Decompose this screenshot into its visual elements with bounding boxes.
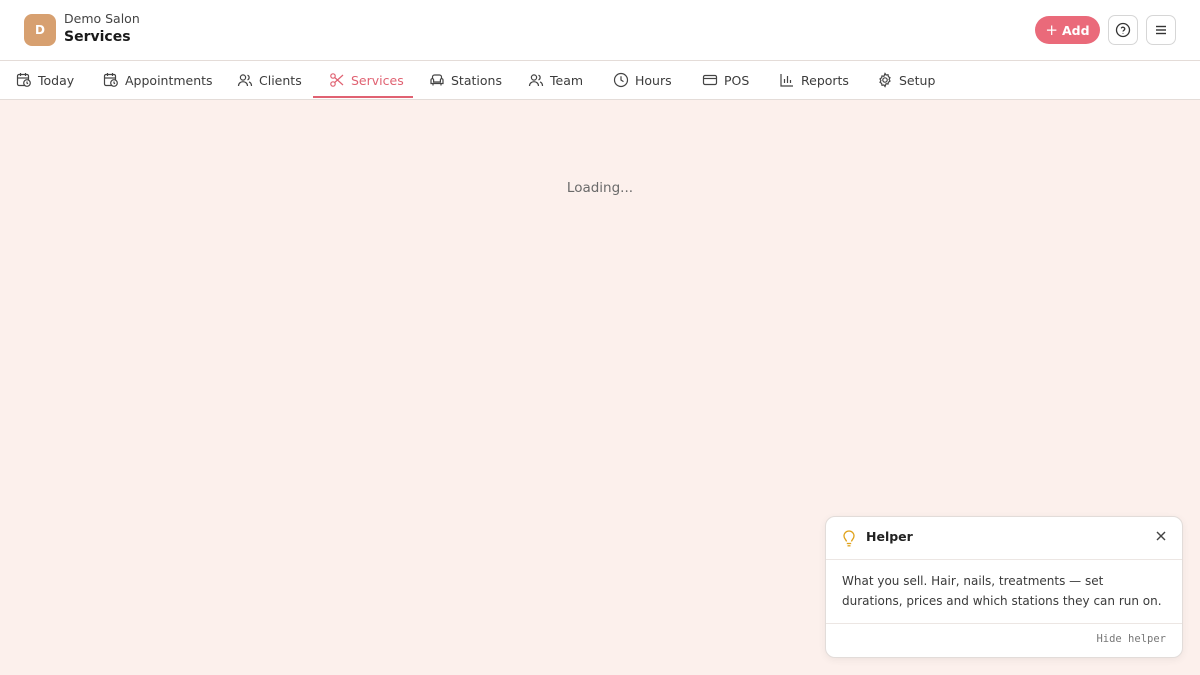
tab-pos[interactable]: POS xyxy=(702,61,749,99)
page-title: Services xyxy=(64,29,131,45)
tab-appointments[interactable]: Appointments xyxy=(103,61,213,99)
tab-label: Team xyxy=(550,72,584,88)
plus-icon: + xyxy=(1045,20,1058,39)
tab-label: Reports xyxy=(801,72,849,88)
tab-stations[interactable]: Stations xyxy=(429,61,502,99)
lightbulb-icon xyxy=(843,530,855,547)
tab-label: Hours xyxy=(635,72,672,88)
active-tab-indicator xyxy=(313,96,413,98)
loading-text: Loading... xyxy=(566,180,634,196)
helper-title: Helper xyxy=(866,529,913,544)
tab-label: Stations xyxy=(451,72,502,88)
add-button[interactable]: + Add xyxy=(1035,16,1100,44)
tab-label: Today xyxy=(38,72,75,88)
tab-label: POS xyxy=(724,72,750,88)
tab-reports[interactable]: Reports xyxy=(779,61,849,99)
tab-today[interactable]: Today xyxy=(16,61,74,99)
tab-services[interactable]: Services xyxy=(329,61,404,99)
calendar-clock-icon xyxy=(103,73,118,87)
clock-icon xyxy=(613,72,629,88)
tab-label: Services xyxy=(351,72,404,88)
main-nav: Today Appointments Clients Services Stat… xyxy=(0,61,1200,100)
tab-clients[interactable]: Clients xyxy=(237,61,302,99)
tab-hours[interactable]: Hours xyxy=(613,61,672,99)
helper-body: What you sell. Hair, nails, treatments —… xyxy=(842,574,1162,608)
close-icon[interactable] xyxy=(1154,529,1168,543)
tab-setup[interactable]: Setup xyxy=(877,61,935,99)
help-button[interactable] xyxy=(1108,15,1138,45)
tab-label: Appointments xyxy=(125,72,213,88)
hide-helper-link[interactable]: Hide helper xyxy=(1096,633,1166,645)
users-icon xyxy=(237,74,253,87)
bar-chart-icon xyxy=(780,74,793,87)
menu-button[interactable] xyxy=(1146,15,1176,45)
tab-label: Setup xyxy=(899,72,936,88)
add-button-label: Add xyxy=(1062,22,1090,38)
credit-card-icon xyxy=(702,74,718,86)
calendar-clock-icon xyxy=(16,73,31,87)
help-circle-icon xyxy=(1115,22,1131,38)
salon-name: Demo Salon xyxy=(64,11,140,26)
avatar[interactable]: D xyxy=(24,14,56,46)
helper-header: Helper xyxy=(826,517,1182,560)
users-icon xyxy=(528,74,544,87)
scissors-icon xyxy=(330,73,344,87)
helper-panel: Helper What you sell. Hair, nails, treat… xyxy=(825,516,1183,658)
tab-team[interactable]: Team xyxy=(528,61,583,99)
divider xyxy=(826,623,1182,624)
hamburger-menu-icon xyxy=(1156,25,1166,35)
armchair-icon xyxy=(430,74,444,86)
tab-label: Clients xyxy=(259,72,302,88)
top-header: D Demo Salon Services + Add xyxy=(0,0,1200,61)
gear-icon xyxy=(879,72,891,88)
